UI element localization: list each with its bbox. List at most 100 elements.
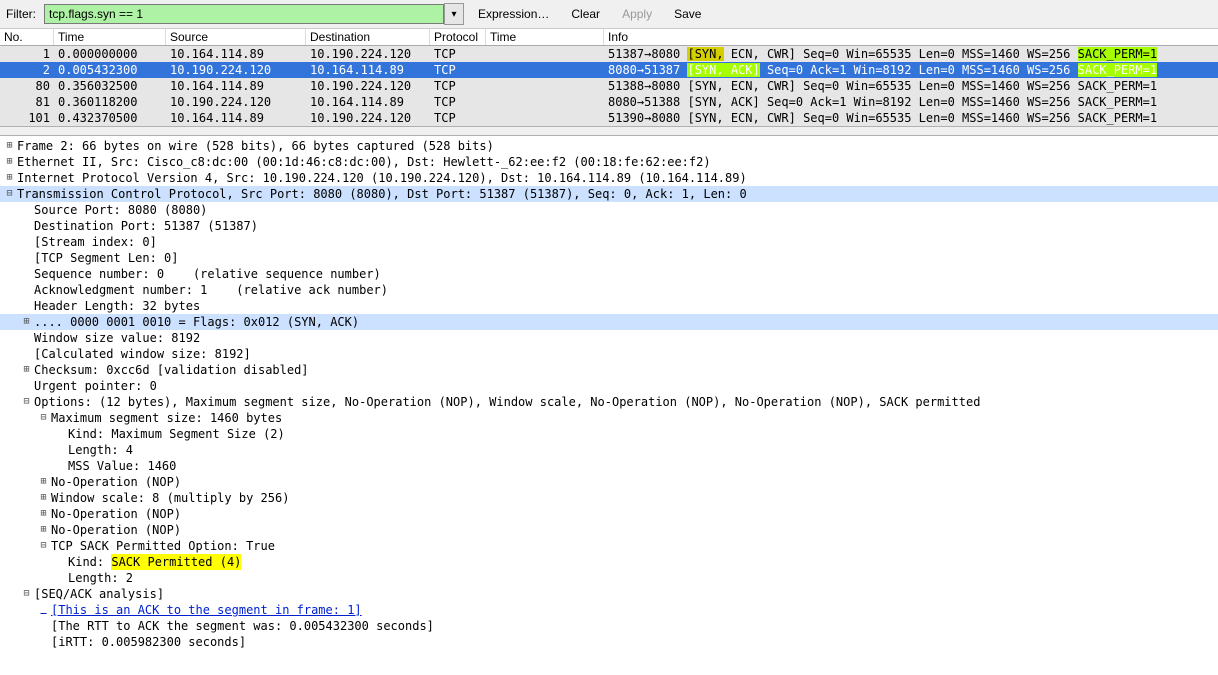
col-info[interactable]: Info [604,29,1218,45]
tree-row: Urgent pointer: 0 [0,378,1218,394]
tree-label: Window scale: 8 (multiply by 256) [51,490,289,506]
filter-input[interactable] [44,4,444,24]
twisty-placeholder [21,298,32,314]
tree-row[interactable]: ⊟Maximum segment size: 1460 bytes [0,410,1218,426]
tree-row[interactable]: ⊟[SEQ/ACK analysis] [0,586,1218,602]
tree-row: [The RTT to ACK the segment was: 0.00543… [0,618,1218,634]
twisty-placeholder [55,426,66,442]
tree-row: [TCP Segment Len: 0] [0,250,1218,266]
tree-label: No-Operation (NOP) [51,474,181,490]
tree-row[interactable]: ⊞Checksum: 0xcc6d [validation disabled] [0,362,1218,378]
packet-row[interactable]: 1010.43237050010.164.114.8910.190.224.12… [0,110,1218,126]
expand-icon[interactable]: ⊞ [38,506,49,522]
tree-row[interactable]: ⊟Transmission Control Protocol, Src Port… [0,186,1218,202]
col-time2[interactable]: Time [486,29,604,45]
cell-info: 51387→8080 [SYN, ECN, CWR] Seq=0 Win=655… [604,47,1218,61]
twisty-placeholder [21,346,32,362]
col-source[interactable]: Source [166,29,306,45]
tree-row[interactable]: ⊞Internet Protocol Version 4, Src: 10.19… [0,170,1218,186]
tree-label: Header Length: 32 bytes [34,298,200,314]
tree-row: Length: 4 [0,442,1218,458]
filter-save-button[interactable]: Save [666,7,709,21]
filter-expression-button[interactable]: Expression… [470,7,557,21]
tree-row[interactable]: ⊞.... 0000 0001 0010 = Flags: 0x012 (SYN… [0,314,1218,330]
tree-label: [This is an ACK to the segment in frame:… [51,602,362,618]
tree-label: Urgent pointer: 0 [34,378,157,394]
tree-label: [SEQ/ACK analysis] [34,586,164,602]
tree-label: [Stream index: 0] [34,234,157,250]
twisty-placeholder [21,330,32,346]
expand-icon[interactable]: ⊞ [38,490,49,506]
twisty-placeholder [55,570,66,586]
tree-row[interactable]: ⊞No-Operation (NOP) [0,522,1218,538]
tree-label: No-Operation (NOP) [51,522,181,538]
expand-icon[interactable]: ⊞ [38,522,49,538]
twisty-placeholder [21,282,32,298]
twisty-placeholder [38,602,49,618]
collapse-icon[interactable]: ⊟ [21,586,32,602]
col-time[interactable]: Time [54,29,166,45]
tree-label: Internet Protocol Version 4, Src: 10.190… [17,170,747,186]
tree-row[interactable]: ⊟Options: (12 bytes), Maximum segment si… [0,394,1218,410]
packet-list[interactable]: 10.00000000010.164.114.8910.190.224.120T… [0,46,1218,126]
packet-row[interactable]: 810.36011820010.190.224.12010.164.114.89… [0,94,1218,110]
filter-clear-button[interactable]: Clear [563,7,608,21]
collapse-icon[interactable]: ⊟ [21,394,32,410]
cell-source: 10.190.224.120 [166,95,306,109]
expand-icon[interactable]: ⊞ [38,474,49,490]
tree-row[interactable]: [This is an ACK to the segment in frame:… [0,602,1218,618]
cell-info: 51390→8080 [SYN, ECN, CWR] Seq=0 Win=655… [604,111,1218,125]
twisty-placeholder [38,634,49,650]
expand-icon[interactable]: ⊞ [21,362,32,378]
packet-row[interactable]: 10.00000000010.164.114.8910.190.224.120T… [0,46,1218,62]
tree-label: Window size value: 8192 [34,330,200,346]
tree-label: Source Port: 8080 (8080) [34,202,207,218]
cell-no: 80 [0,79,54,93]
tree-row[interactable]: ⊞No-Operation (NOP) [0,474,1218,490]
tree-row: Destination Port: 51387 (51387) [0,218,1218,234]
packet-row[interactable]: 800.35603250010.164.114.8910.190.224.120… [0,78,1218,94]
col-destination[interactable]: Destination [306,29,430,45]
tree-row[interactable]: ⊞Frame 2: 66 bytes on wire (528 bits), 6… [0,138,1218,154]
tree-label: Checksum: 0xcc6d [validation disabled] [34,362,309,378]
cell-protocol: TCP [430,95,486,109]
cell-info: 51388→8080 [SYN, ECN, CWR] Seq=0 Win=655… [604,79,1218,93]
tree-row[interactable]: ⊞No-Operation (NOP) [0,506,1218,522]
collapse-icon[interactable]: ⊟ [38,538,49,554]
filter-dropdown-icon[interactable]: ▾ [444,3,464,25]
twisty-placeholder [21,202,32,218]
twisty-placeholder [21,266,32,282]
expand-icon[interactable]: ⊞ [4,138,15,154]
expand-icon[interactable]: ⊞ [21,314,32,330]
twisty-placeholder [21,250,32,266]
cell-info: 8080→51387 [SYN, ACK] Seq=0 Ack=1 Win=81… [604,63,1218,77]
tree-label: Kind: [68,554,111,570]
expand-icon[interactable]: ⊞ [4,154,15,170]
cell-time: 0.432370500 [54,111,166,125]
col-protocol[interactable]: Protocol [430,29,486,45]
packet-row[interactable]: 20.00543230010.190.224.12010.164.114.89T… [0,62,1218,78]
cell-destination: 10.190.224.120 [306,47,430,61]
tree-row[interactable]: ⊞Ethernet II, Src: Cisco_c8:dc:00 (00:1d… [0,154,1218,170]
filter-apply-button[interactable]: Apply [614,7,660,21]
twisty-placeholder [21,234,32,250]
detail-pane[interactable]: ⊞Frame 2: 66 bytes on wire (528 bits), 6… [0,136,1218,650]
expand-icon[interactable]: ⊞ [4,170,15,186]
twisty-placeholder [55,554,66,570]
tree-row[interactable]: ⊞Window scale: 8 (multiply by 256) [0,490,1218,506]
tree-label: .... 0000 0001 0010 = Flags: 0x012 (SYN,… [34,314,359,330]
tree-label: TCP SACK Permitted Option: True [51,538,275,554]
collapse-icon[interactable]: ⊟ [38,410,49,426]
pane-splitter[interactable] [0,126,1218,136]
collapse-icon[interactable]: ⊟ [4,186,15,202]
cell-time: 0.000000000 [54,47,166,61]
tree-row[interactable]: ⊟TCP SACK Permitted Option: True [0,538,1218,554]
tree-label: Frame 2: 66 bytes on wire (528 bits), 66… [17,138,494,154]
cell-no: 1 [0,47,54,61]
tree-label: Kind: Maximum Segment Size (2) [68,426,285,442]
tree-row: [Calculated window size: 8192] [0,346,1218,362]
twisty-placeholder [55,458,66,474]
tree-label: [TCP Segment Len: 0] [34,250,179,266]
tree-row: MSS Value: 1460 [0,458,1218,474]
col-no[interactable]: No. [0,29,54,45]
